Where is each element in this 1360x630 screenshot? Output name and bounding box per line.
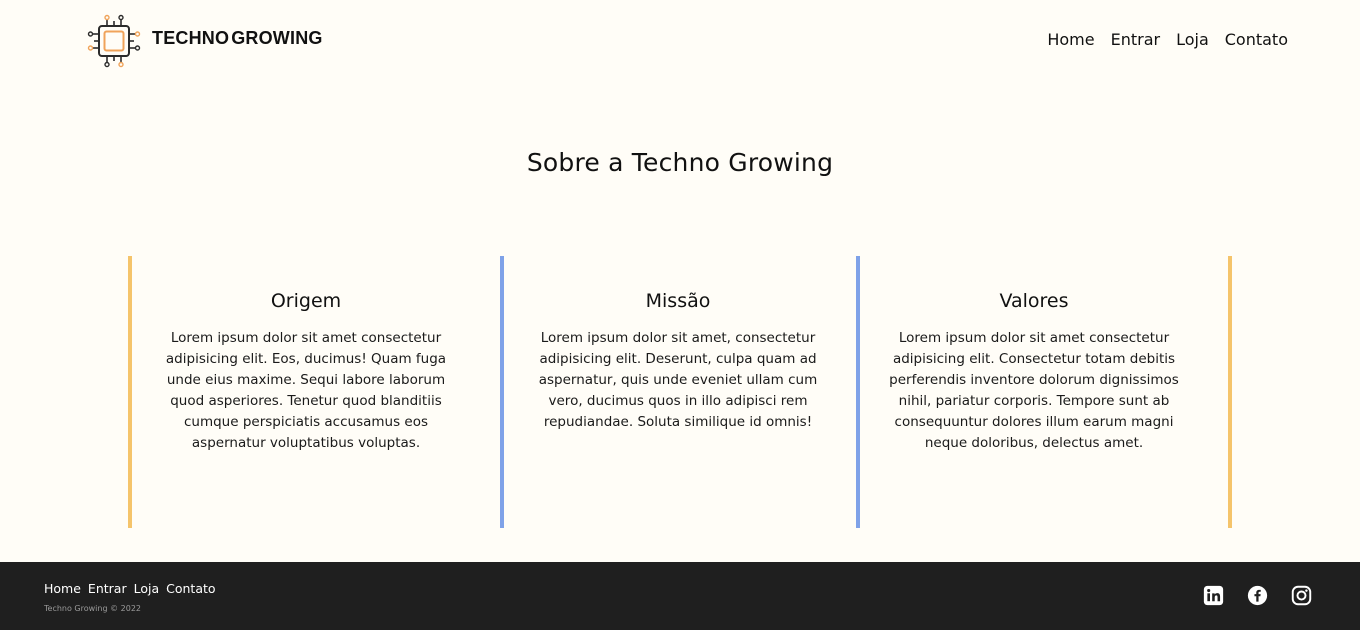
footer-nav: Home Entrar Loja Contato [44,581,216,596]
brand-word-growing: GROWING [231,27,323,48]
card-origem: Origem Lorem ipsum dolor sit amet consec… [128,256,484,528]
linkedin-icon[interactable] [1203,585,1224,606]
card-accent-bar [856,256,860,528]
cards-end-accent-bar [1228,256,1232,528]
card-valores: Valores Lorem ipsum dolor sit amet conse… [856,256,1212,528]
facebook-icon[interactable] [1247,585,1268,606]
footer-link-home[interactable]: Home [44,581,81,596]
nav-link-loja[interactable]: Loja [1176,30,1209,49]
card-title: Valores [999,290,1069,312]
social-links [1203,585,1312,606]
card-text: Lorem ipsum dolor sit amet, consectetur … [538,330,818,430]
footer-link-loja[interactable]: Loja [134,581,160,596]
card-missao: Missão Lorem ipsum dolor sit amet, conse… [500,256,856,528]
card-accent-bar [128,256,132,528]
site-footer: Home Entrar Loja Contato Techno Growing … [0,562,1360,630]
page-title: Sobre a Techno Growing [526,148,834,177]
nav-link-home[interactable]: Home [1047,30,1094,49]
brand-name: TECHNO GROWING [152,28,323,49]
main-nav: Home Entrar Loja Contato [1047,30,1288,49]
nav-link-entrar[interactable]: Entrar [1111,30,1160,49]
card-text: Lorem ipsum dolor sit amet consectetur a… [889,330,1179,451]
footer-link-entrar[interactable]: Entrar [88,581,127,596]
footer-link-contato[interactable]: Contato [166,581,215,596]
card-accent-bar [500,256,504,528]
card-title: Origem [270,290,342,312]
instagram-icon[interactable] [1291,585,1312,606]
nav-link-contato[interactable]: Contato [1225,30,1288,49]
circuit-chip-icon [87,14,141,68]
copyright-text: Techno Growing © 2022 [44,604,141,613]
card-title: Missão [645,290,711,312]
site-header: TECHNO GROWING Home Entrar Loja Contato [0,0,1360,80]
about-cards: Origem Lorem ipsum dolor sit amet consec… [128,256,1232,528]
card-text: Lorem ipsum dolor sit amet consectetur a… [165,330,447,451]
brand-word-techno: TECHNO [152,27,230,48]
brand-logo-link[interactable]: TECHNO GROWING [86,13,323,69]
